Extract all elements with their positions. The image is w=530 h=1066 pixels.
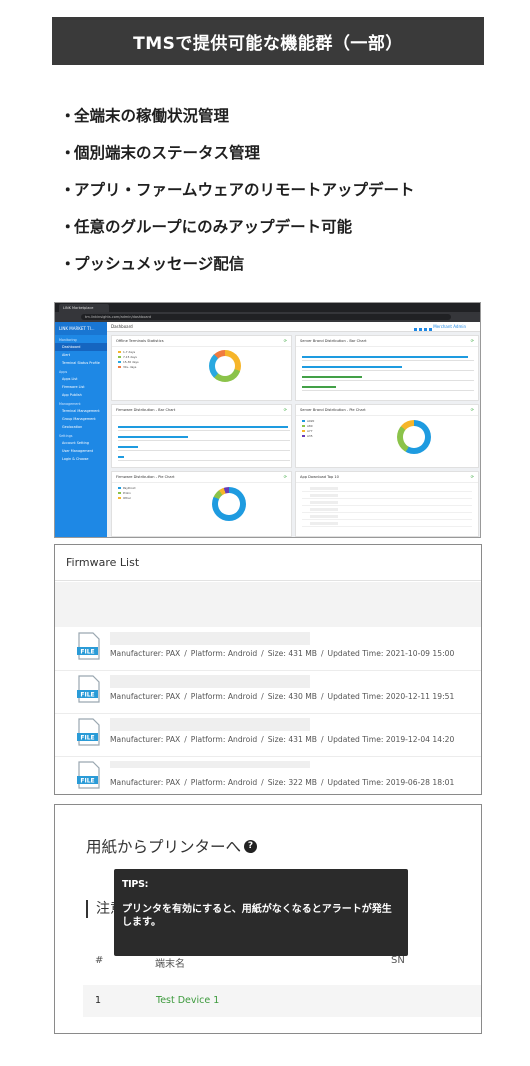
doc-icon[interactable] [424,328,427,331]
paper-alert-screenshot: 用紙からプリンターへ ? 注意喚起リスト # 端末名 SN 1 Test Dev… [54,804,482,1034]
firmware-meta: Manufacturer: PAX / Platform: Android / Size… [110,778,455,787]
donut-chart [397,420,431,454]
list-item[interactable]: FILE Manufacturer: PAX / Platform: Android… [55,714,481,757]
svg-text:FILE: FILE [80,778,94,785]
list-item[interactable]: FILE Manufacturer: PAX / Platform: Android… [55,628,481,671]
banner-title: TMSで提供可能な機能群（一部） [133,33,403,54]
firmware-meta: Manufacturer: PAX / Platform: Android / Size… [110,692,455,701]
sidebar-item-dashboard[interactable]: Dashboard [55,343,107,351]
user-menu[interactable]: Merchant Admin [433,322,466,332]
sidebar-item-firmware[interactable]: Firmware List [55,383,107,391]
column-index: # [95,955,104,966]
panel-server-bar: Server Brand Distribution - Bar Chart ⟳ [295,335,479,401]
sidebar-item-apps[interactable]: Apps List [55,375,107,383]
sidebar-logo: LINK MARKET TI... [55,322,107,335]
panel-firmware-pie: Firmware Distribution - Pie Chart ⟳ PayD… [111,471,292,537]
refresh-icon[interactable]: ⟳ [284,338,287,343]
donut-chart [209,350,241,382]
firmware-list-header: Firmware List [55,545,481,581]
refresh-icon[interactable]: ⟳ [471,474,474,479]
file-icon: FILE [77,761,100,789]
svg-text:FILE: FILE [80,649,94,656]
file-icon: FILE [77,718,100,746]
refresh-icon[interactable]: ⟳ [471,338,474,343]
feature-item: ・全端末の稼働状況管理 [60,106,230,125]
refresh-icon[interactable]: ⟳ [284,474,287,479]
title-banner: TMSで提供可能な機能群（一部） [52,17,484,65]
sidebar-group-label: Monitoring [59,338,77,342]
sidebar-item-group-mgmt[interactable]: Group Management [55,415,107,423]
file-icon: FILE [77,675,100,703]
browser-tabbar: LINK Marketplace [55,303,480,312]
firmware-meta: Manufacturer: PAX / Platform: Android / Size… [110,735,455,744]
file-icon: FILE [77,632,100,660]
firmware-name-placeholder [110,675,310,688]
url-field[interactable]: tm.linkinsights.com/admin/dashboard [81,314,451,320]
feature-item: ・アプリ・ファームウェアのリモートアップデート [60,180,415,199]
sidebar-item-app-publish[interactable]: App Publish [55,391,107,399]
dashboard-screenshot: LINK Marketplace tm.linkinsights.com/adm… [54,302,481,538]
firmware-list-screenshot: Firmware List FILE Manufacturer: PAX / Pla… [54,544,482,795]
section-heading: 用紙からプリンターへ ? [86,835,258,857]
sidebar-item-alert[interactable]: Alert [55,351,107,359]
column-terminal: 端末名 [155,959,185,970]
tips-body: プリンタを有効にすると、用紙がなくなるとアラートが発生します。 [122,904,392,928]
panel-server-pie: Server Brand Distribution - Pie Chart ⟳ … [295,404,479,468]
terminal-link[interactable]: Test Device 1 [156,995,219,1006]
user-icon[interactable] [429,328,432,331]
sidebar-group-label: Apps [59,370,68,374]
sidebar-item-terminal-status[interactable]: Terminal Status Profile [55,359,107,367]
firmware-meta: Manufacturer: PAX / Platform: Android / Size… [110,649,455,658]
dashboard-sidebar: LINK MARKET TI... Monitoring Dashboard A… [55,322,107,537]
firmware-name-placeholder [110,632,310,645]
tips-tooltip: TIPS: プリンタを有効にすると、用紙がなくなるとアラートが発生します。 [114,869,408,956]
table-row[interactable]: 1 Test Device 1 [83,985,481,1017]
grid-icon[interactable] [414,328,417,331]
svg-text:FILE: FILE [80,735,94,742]
panel-app-download: App Download Top 10 ⟳ [295,471,479,537]
column-sn: SN [391,955,405,966]
sidebar-item-terminal-mgmt[interactable]: Terminal Management [55,407,107,415]
feature-item: ・任意のグループにのみアップデート可能 [60,217,353,236]
panel-firmware-bar: Firmware Distribution - Bar Chart ⟳ [111,404,292,468]
page-title: Dashboard [111,324,133,329]
feature-item: ・個別端末のステータス管理 [60,143,261,162]
sidebar-item-account[interactable]: Account Setting [55,439,107,447]
sidebar-item-users[interactable]: User Management [55,447,107,455]
feature-item: ・プッシュメッセージ配信 [60,254,245,273]
dashboard-topbar: Dashboard Merchant Admin [107,322,480,332]
help-icon[interactable]: ? [244,839,258,853]
bell-icon[interactable] [419,328,422,331]
sidebar-item-login[interactable]: Login & Choose [55,455,107,463]
refresh-icon[interactable]: ⟳ [471,407,474,412]
panel-offline-terminals: Offline Terminals Statistics ⟳ 1-7 days … [111,335,292,401]
donut-chart [212,487,246,521]
browser-address-bar: tm.linkinsights.com/admin/dashboard [55,312,480,322]
sidebar-group-label: Settings [59,434,73,438]
firmware-name-placeholder [110,761,310,768]
sidebar-item-geolocation[interactable]: Geolocation [55,423,107,431]
refresh-icon[interactable]: ⟳ [284,407,287,412]
sidebar-group-label: Management [59,402,81,406]
feature-list: ・全端末の稼働状況管理 ・個別端末のステータス管理 ・アプリ・ファームウェアのリ… [60,96,415,281]
filter-area [55,582,481,627]
firmware-name-placeholder [110,718,310,731]
svg-text:FILE: FILE [80,692,94,699]
list-item[interactable]: FILE Manufacturer: PAX / Platform: Android… [55,671,481,714]
tips-title: TIPS: [122,879,149,890]
browser-tab[interactable]: LINK Marketplace [59,304,109,312]
list-item[interactable]: FILE Manufacturer: PAX / Platform: Android… [55,757,481,794]
